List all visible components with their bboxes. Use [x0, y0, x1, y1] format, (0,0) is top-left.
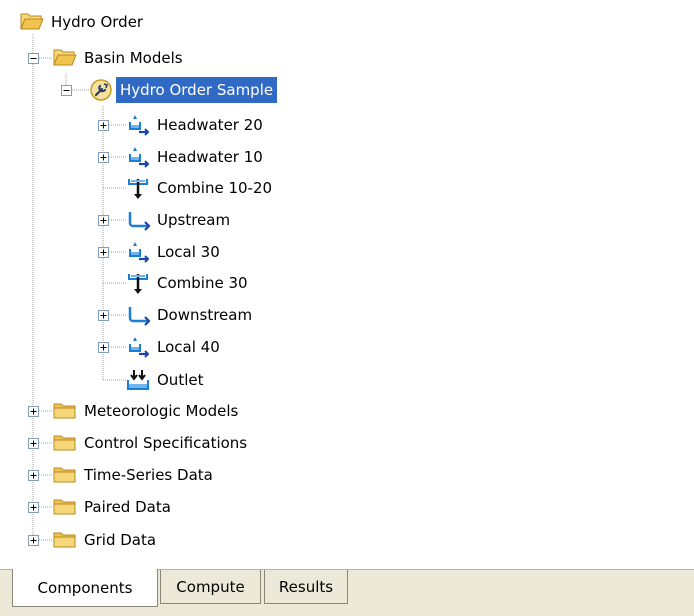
- tree-node-grid-data[interactable]: Grid Data: [53, 524, 160, 556]
- tree-node-headwater-20[interactable]: Headwater 20: [126, 109, 267, 141]
- tree-node-upstream[interactable]: Upstream: [126, 204, 234, 236]
- tree-node-basin-hydro-order-sample[interactable]: Hydro Order Sample: [89, 74, 278, 106]
- tree-node-meteorologic-models[interactable]: Meteorologic Models: [53, 395, 242, 427]
- tree-node-label: Headwater 20: [157, 116, 263, 134]
- collapse-icon[interactable]: [61, 85, 72, 96]
- tree-node-label: Combine 10-20: [157, 179, 273, 197]
- folder-open-icon: [53, 46, 77, 70]
- tree-node-combine-30[interactable]: Combine 30: [126, 267, 252, 299]
- expand-icon[interactable]: [28, 502, 39, 513]
- tree-node-label: Outlet: [157, 371, 204, 389]
- folder-icon: [53, 528, 77, 552]
- tree-node-label: Grid Data: [84, 531, 157, 549]
- tab-compute[interactable]: Compute: [160, 570, 261, 604]
- tab-components[interactable]: Components: [12, 569, 158, 607]
- junction-icon: [126, 271, 150, 295]
- tab-label: Compute: [176, 577, 245, 596]
- tree-node-downstream[interactable]: Downstream: [126, 299, 256, 331]
- folder-icon: [53, 495, 77, 519]
- component-tree: Hydro Order Basin Models Hydro Order Sampl…: [0, 0, 692, 570]
- expand-icon[interactable]: [28, 470, 39, 481]
- expand-icon[interactable]: [98, 152, 109, 163]
- tree-node-local-40[interactable]: Local 40: [126, 331, 224, 363]
- collapse-icon[interactable]: [28, 53, 39, 64]
- tree-node-label: Basin Models: [84, 49, 183, 67]
- tree-node-label: Local 30: [157, 243, 220, 261]
- tree-node-label: Headwater 10: [157, 148, 263, 166]
- tree-node-label: Meteorologic Models: [84, 402, 239, 420]
- tree-node-label: Upstream: [157, 211, 231, 229]
- tree-node-label: Local 40: [157, 338, 220, 356]
- folder-icon: [53, 431, 77, 455]
- tree-node-label: Hydro Order: [51, 13, 144, 31]
- tree-node-headwater-10[interactable]: Headwater 10: [126, 141, 267, 173]
- tree-node-local-30[interactable]: Local 30: [126, 236, 224, 268]
- subbasin-icon: [126, 113, 150, 137]
- junction-icon: [126, 176, 150, 200]
- expand-icon[interactable]: [98, 342, 109, 353]
- subbasin-icon: [126, 240, 150, 264]
- tree-node-label: Control Specifications: [84, 434, 248, 452]
- tree-node-outlet[interactable]: Outlet: [126, 364, 207, 396]
- tree-node-basin-models[interactable]: Basin Models: [53, 42, 187, 74]
- expand-icon[interactable]: [28, 535, 39, 546]
- expand-icon[interactable]: [98, 120, 109, 131]
- tree-node-control-specifications[interactable]: Control Specifications: [53, 427, 251, 459]
- expand-icon[interactable]: [98, 310, 109, 321]
- expand-icon[interactable]: [28, 406, 39, 417]
- subbasin-icon: [126, 145, 150, 169]
- reach-icon: [126, 208, 150, 232]
- tab-label: Results: [278, 577, 334, 596]
- tree-node-paired-data[interactable]: Paired Data: [53, 491, 175, 523]
- tree-node-label: Time-Series Data: [84, 466, 213, 484]
- sink-icon: [126, 368, 150, 392]
- tab-results[interactable]: Results: [264, 570, 348, 604]
- tree-node-label: Combine 30: [157, 274, 248, 292]
- expand-icon[interactable]: [98, 215, 109, 226]
- tree-node-combine-10-20[interactable]: Combine 10-20: [126, 172, 276, 204]
- tree-node-label: Downstream: [157, 306, 253, 324]
- folder-open-icon: [20, 10, 44, 34]
- subbasin-icon: [126, 335, 150, 359]
- tree-node-time-series-data[interactable]: Time-Series Data: [53, 459, 217, 491]
- basin-model-icon: [89, 78, 113, 102]
- tree-node-hydro-order[interactable]: Hydro Order: [20, 6, 147, 38]
- reach-icon: [126, 303, 150, 327]
- expand-icon[interactable]: [28, 438, 39, 449]
- view-tab-bar: Components Compute Results: [0, 569, 694, 616]
- tab-label: Components: [37, 578, 133, 597]
- folder-icon: [53, 463, 77, 487]
- folder-icon: [53, 399, 77, 423]
- tree-node-label: Hydro Order Sample: [116, 77, 278, 103]
- expand-icon[interactable]: [98, 247, 109, 258]
- tree-node-label: Paired Data: [84, 498, 171, 516]
